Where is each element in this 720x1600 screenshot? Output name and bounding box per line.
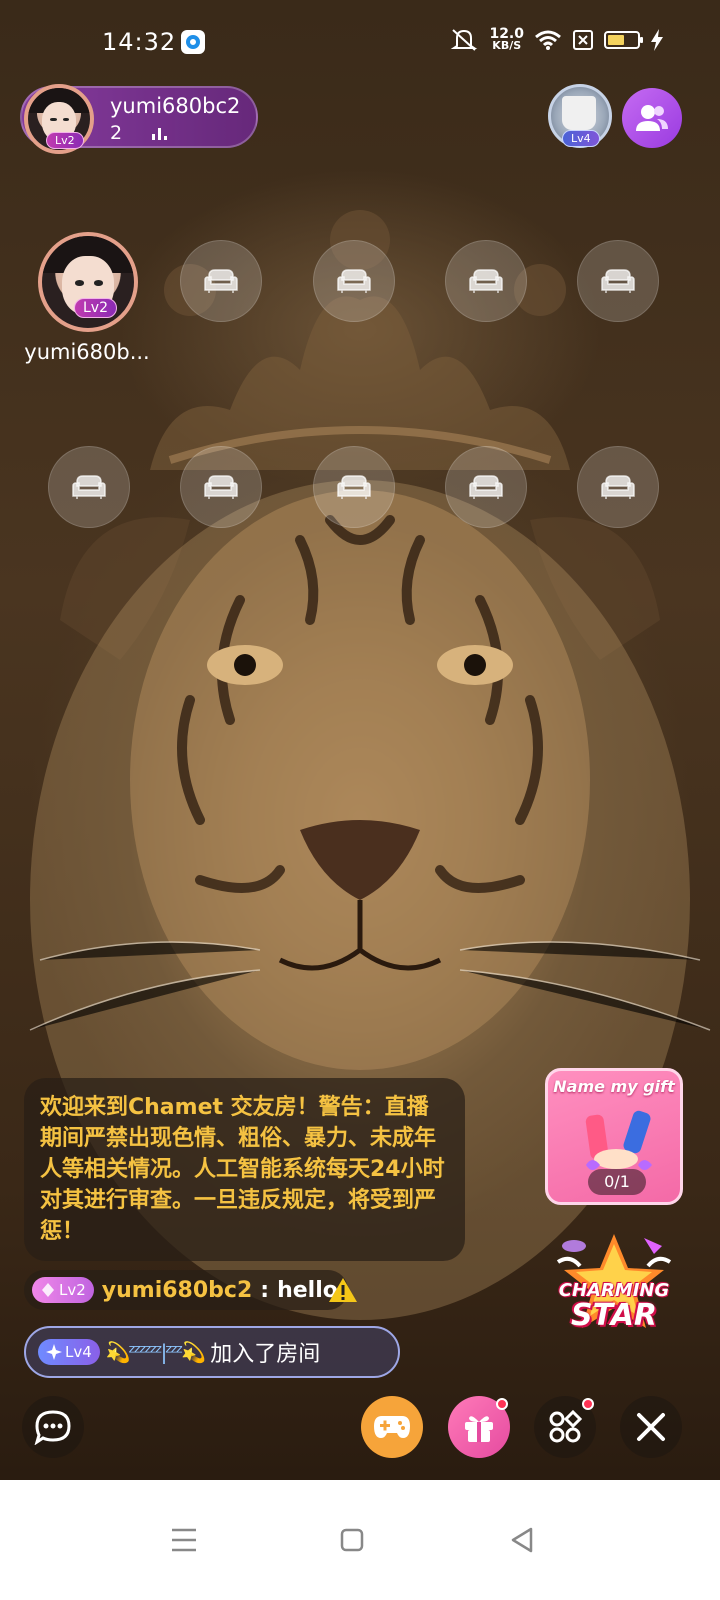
sofa-icon [337, 269, 371, 293]
warning-icon[interactable] [328, 1276, 358, 1304]
no-sim-icon [573, 30, 593, 50]
seat-host-level: Lv2 [74, 298, 117, 318]
members-button[interactable] [622, 88, 682, 148]
game-button[interactable] [361, 1396, 423, 1458]
seat-host[interactable]: Lv2 [38, 232, 138, 332]
sofa-icon [72, 475, 106, 499]
status-bar: 14:32 12.0 KB/S [0, 0, 720, 88]
empty-seat[interactable] [48, 446, 130, 528]
nav-back-button[interactable] [502, 1520, 542, 1560]
sofa-icon [204, 475, 238, 499]
mute-bell-icon [451, 29, 478, 51]
empty-seat[interactable] [180, 240, 262, 322]
speech-bubble-icon [34, 1410, 71, 1445]
back-triangle-icon [511, 1527, 533, 1553]
gamepad-icon [374, 1416, 410, 1438]
chat-user-level: Lv2 [32, 1277, 94, 1303]
host-profile-pill[interactable]: Lv2 yumi680bc2 2 [20, 84, 258, 154]
close-room-button[interactable] [620, 1396, 682, 1458]
network-speed: 12.0 KB/S [489, 27, 524, 52]
wifi-icon [535, 30, 561, 50]
nav-menu-button[interactable] [164, 1520, 204, 1560]
charm-line-2: STAR [570, 1298, 658, 1333]
nav-home-button[interactable] [332, 1520, 372, 1560]
chat-username[interactable]: yumi680bc2 [102, 1278, 253, 1303]
empty-seat[interactable] [577, 446, 659, 528]
host-name: yumi680bc2 [110, 94, 241, 118]
name-my-gift-card[interactable]: Name my gift 0/1 [545, 1068, 683, 1205]
seat-host-name: yumi680b... [24, 340, 150, 364]
gift-progress: 0/1 [588, 1169, 646, 1195]
more-apps-button[interactable] [534, 1396, 596, 1458]
host-level-badge: Lv2 [46, 132, 84, 149]
charging-bolt-icon [651, 29, 663, 51]
room-level-label: Lv4 [562, 130, 600, 147]
sofa-icon [601, 475, 635, 499]
sofa-icon [601, 269, 635, 293]
apps-grid-icon [549, 1409, 583, 1443]
empty-seat[interactable] [313, 446, 395, 528]
clock: 14:32 [102, 28, 177, 56]
gift-button[interactable] [448, 1396, 510, 1458]
gift-box-icon [465, 1416, 493, 1442]
sofa-icon [337, 475, 371, 499]
charming-star-banner[interactable]: CHARMING STAR [550, 1232, 678, 1344]
app-notification-icon [181, 30, 205, 54]
sofa-icon [469, 269, 503, 293]
join-user-name: 💫ᶻᶻᶻᶻᶻᶻ|ᶻᶻᶻ💫 [105, 1340, 206, 1364]
net-speed-unit: KB/S [492, 39, 522, 52]
chat-user-level-text: Lv2 [59, 1281, 86, 1299]
cup-icon [562, 96, 596, 130]
users-icon [636, 105, 668, 131]
gift-notification-dot [496, 1398, 508, 1410]
join-user-level-text: Lv4 [65, 1343, 92, 1361]
gift-card-title: Name my gift [553, 1077, 675, 1096]
room-level-badge[interactable]: Lv4 [544, 78, 616, 158]
home-square-icon [340, 1528, 364, 1552]
empty-seat[interactable] [445, 240, 527, 322]
viewer-count: 2 [110, 122, 123, 144]
empty-seat[interactable] [445, 446, 527, 528]
empty-seat[interactable] [577, 240, 659, 322]
join-notice: Lv4 💫ᶻᶻᶻᶻᶻᶻ|ᶻᶻᶻ💫 加入了房间 [24, 1326, 400, 1378]
system-navigation-bar [0, 1480, 720, 1600]
chat-button[interactable] [22, 1396, 84, 1458]
chat-message[interactable]: Lv2 yumi680bc2 : hello [24, 1270, 348, 1310]
apps-notification-dot [582, 1398, 594, 1410]
sparkle-icon [46, 1344, 62, 1360]
signal-bars-icon [152, 128, 167, 140]
close-icon [637, 1413, 665, 1441]
sofa-icon [204, 269, 238, 293]
sofa-icon [469, 475, 503, 499]
battery-icon [604, 31, 643, 49]
welcome-warning-message: 欢迎来到Chamet 交友房！警告：直播期间严禁出现色情、粗俗、暴力、未成年人等… [24, 1078, 465, 1261]
diamond-icon [42, 1283, 54, 1297]
join-text: 加入了房间 [210, 1342, 321, 1367]
menu-icon [172, 1528, 196, 1552]
join-user-level: Lv4 [38, 1339, 100, 1365]
empty-seat[interactable] [180, 446, 262, 528]
chat-separator: : [260, 1277, 270, 1303]
handshake-gift-icon [585, 1110, 652, 1170]
empty-seat[interactable] [313, 240, 395, 322]
